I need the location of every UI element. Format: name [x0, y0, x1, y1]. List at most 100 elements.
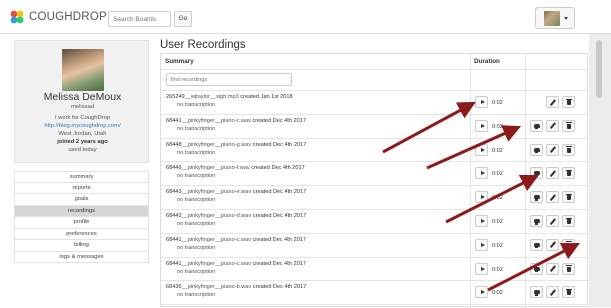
menu-item-reports[interactable]: reports [14, 182, 149, 194]
download-button[interactable] [530, 167, 543, 180]
recording-file: __pinkyfinger__piano-b.wav [181, 284, 252, 291]
recording-created: created Dec 4th 2017 [252, 213, 307, 219]
edit-button[interactable] [546, 96, 559, 108]
menu-item-preferences[interactable]: preferences [14, 228, 149, 240]
recording-id: 68443 [166, 189, 182, 196]
play-button[interactable] [475, 262, 488, 275]
recording-transcription: no transcription [177, 292, 216, 299]
recording-file: __pinkyfinger__piano-g.wav [181, 141, 252, 148]
recording-id: 265249 [166, 94, 185, 100]
app-logo-text[interactable]: COUGHDROP [29, 11, 107, 23]
recording-transcription: no transcription [177, 102, 216, 108]
search-go-button[interactable]: Go [174, 11, 192, 27]
recording-file: __pinkyfinger__piano-c.wav [181, 117, 251, 124]
play-button[interactable] [475, 96, 488, 108]
delete-button[interactable] [562, 215, 575, 227]
delete-button[interactable] [562, 262, 575, 275]
menu-item-logs-messages[interactable]: logs & messages [14, 251, 149, 263]
delete-button[interactable] [562, 238, 575, 251]
menu-item-profile[interactable]: profile [14, 217, 149, 229]
edit-button[interactable] [546, 119, 559, 132]
play-button[interactable] [475, 286, 488, 299]
edit-button[interactable] [546, 286, 559, 299]
header-divider [161, 69, 589, 70]
download-button[interactable] [530, 262, 543, 275]
profile-joined: joined 2 years ago [57, 139, 108, 145]
delete-button[interactable] [562, 286, 575, 299]
edit-button[interactable] [546, 262, 559, 275]
download-button[interactable] [530, 119, 543, 132]
download-button[interactable] [530, 238, 543, 251]
recording-id: 68448 [166, 141, 182, 148]
edit-button[interactable] [546, 191, 559, 204]
table-row: 68441__pinkyfinger__piano-c.wav created … [161, 115, 589, 139]
recording-id: 68442 [166, 213, 182, 219]
profile-username: melissad [71, 104, 94, 110]
trash-icon [565, 217, 572, 224]
download-button[interactable] [530, 191, 543, 204]
coughdrop-logo-icon[interactable] [9, 9, 25, 25]
search-boards-input[interactable] [108, 11, 171, 27]
edit-button[interactable] [546, 143, 559, 156]
recording-created: created Dec 4th 2017 [252, 117, 306, 124]
edit-button[interactable] [546, 238, 559, 251]
recording-title: 68441__pinkyfinger__piano-c.wav created … [166, 237, 306, 243]
recording-file: __pinkyfinger__piano-c.wav [181, 260, 251, 267]
recording-title: 68443__pinkyfinger__piano-e.wav created … [166, 189, 306, 195]
page-scrollbar[interactable] [596, 40, 602, 98]
table-row: 68441__pinkyfinger__piano-c.wav created … [161, 258, 589, 282]
menu-item-summary[interactable]: summary [14, 171, 149, 183]
trash-icon [565, 169, 572, 177]
cloud-download-icon [533, 195, 540, 201]
recording-transcription: no transcription [177, 125, 216, 132]
delete-button[interactable] [562, 96, 575, 108]
recording-transcription: no transcription [177, 221, 216, 227]
play-button[interactable] [475, 238, 488, 251]
delete-button[interactable] [562, 119, 575, 132]
pencil-icon [549, 289, 556, 296]
find-recordings-input[interactable] [166, 73, 292, 86]
play-button[interactable] [475, 119, 488, 132]
pencil-icon [549, 265, 556, 272]
edit-button[interactable] [546, 167, 559, 180]
recording-id: 68436 [166, 284, 182, 291]
cloud-download-icon [533, 290, 540, 296]
recording-transcription: no transcription [177, 244, 216, 251]
edit-button[interactable] [546, 215, 559, 227]
recording-file: __pinkyfinger__piano-e.wav [181, 189, 252, 196]
cloud-download-icon [533, 123, 540, 130]
delete-button[interactable] [562, 167, 575, 180]
recording-id: 68441 [166, 236, 182, 243]
chevron-down-icon [564, 17, 568, 20]
download-button[interactable] [530, 215, 543, 227]
profile-link[interactable]: http://blog.mycoughdrop.com/ [15, 123, 150, 129]
recording-created: created Dec 4th 2017 [252, 284, 307, 291]
recording-transcription: no transcription [177, 149, 216, 156]
menu-item-goals[interactable]: goals [14, 194, 149, 206]
play-button[interactable] [475, 191, 488, 204]
play-button[interactable] [475, 167, 488, 180]
delete-button[interactable] [562, 191, 575, 204]
menu-item-billing[interactable]: billing [14, 240, 149, 252]
profile-location: West Jordan, Utah [58, 131, 107, 137]
play-button[interactable] [475, 143, 488, 156]
delete-button[interactable] [562, 143, 575, 156]
table-row: 265249__wjtaylor__sigh.mp3 created Jan 1… [161, 91, 589, 115]
pencil-icon [549, 146, 556, 153]
trash-icon [565, 241, 572, 248]
download-button[interactable] [530, 286, 543, 299]
recording-title: 68442__pinkyfinger__piano-d.wav created … [166, 213, 306, 219]
download-button[interactable] [530, 143, 543, 156]
table-row: 68446__pinkyfinger__piano-f.wav created … [161, 162, 589, 186]
recording-duration: 0:02 [492, 195, 503, 202]
user-menu-dropdown[interactable] [535, 7, 575, 29]
profile-name: Melissa DeMoux [43, 91, 122, 103]
trash-icon [565, 146, 572, 153]
profile-card: Melissa DeMoux melissad I work for Cough… [14, 40, 149, 163]
trash-icon [565, 288, 572, 296]
profile-bio: I work for CoughDrop [54, 115, 111, 121]
trash-icon [565, 122, 572, 129]
menu-item-recordings[interactable]: recordings [14, 205, 149, 217]
top-nav: COUGHDROP Go [0, 0, 611, 34]
play-button[interactable] [475, 215, 488, 227]
